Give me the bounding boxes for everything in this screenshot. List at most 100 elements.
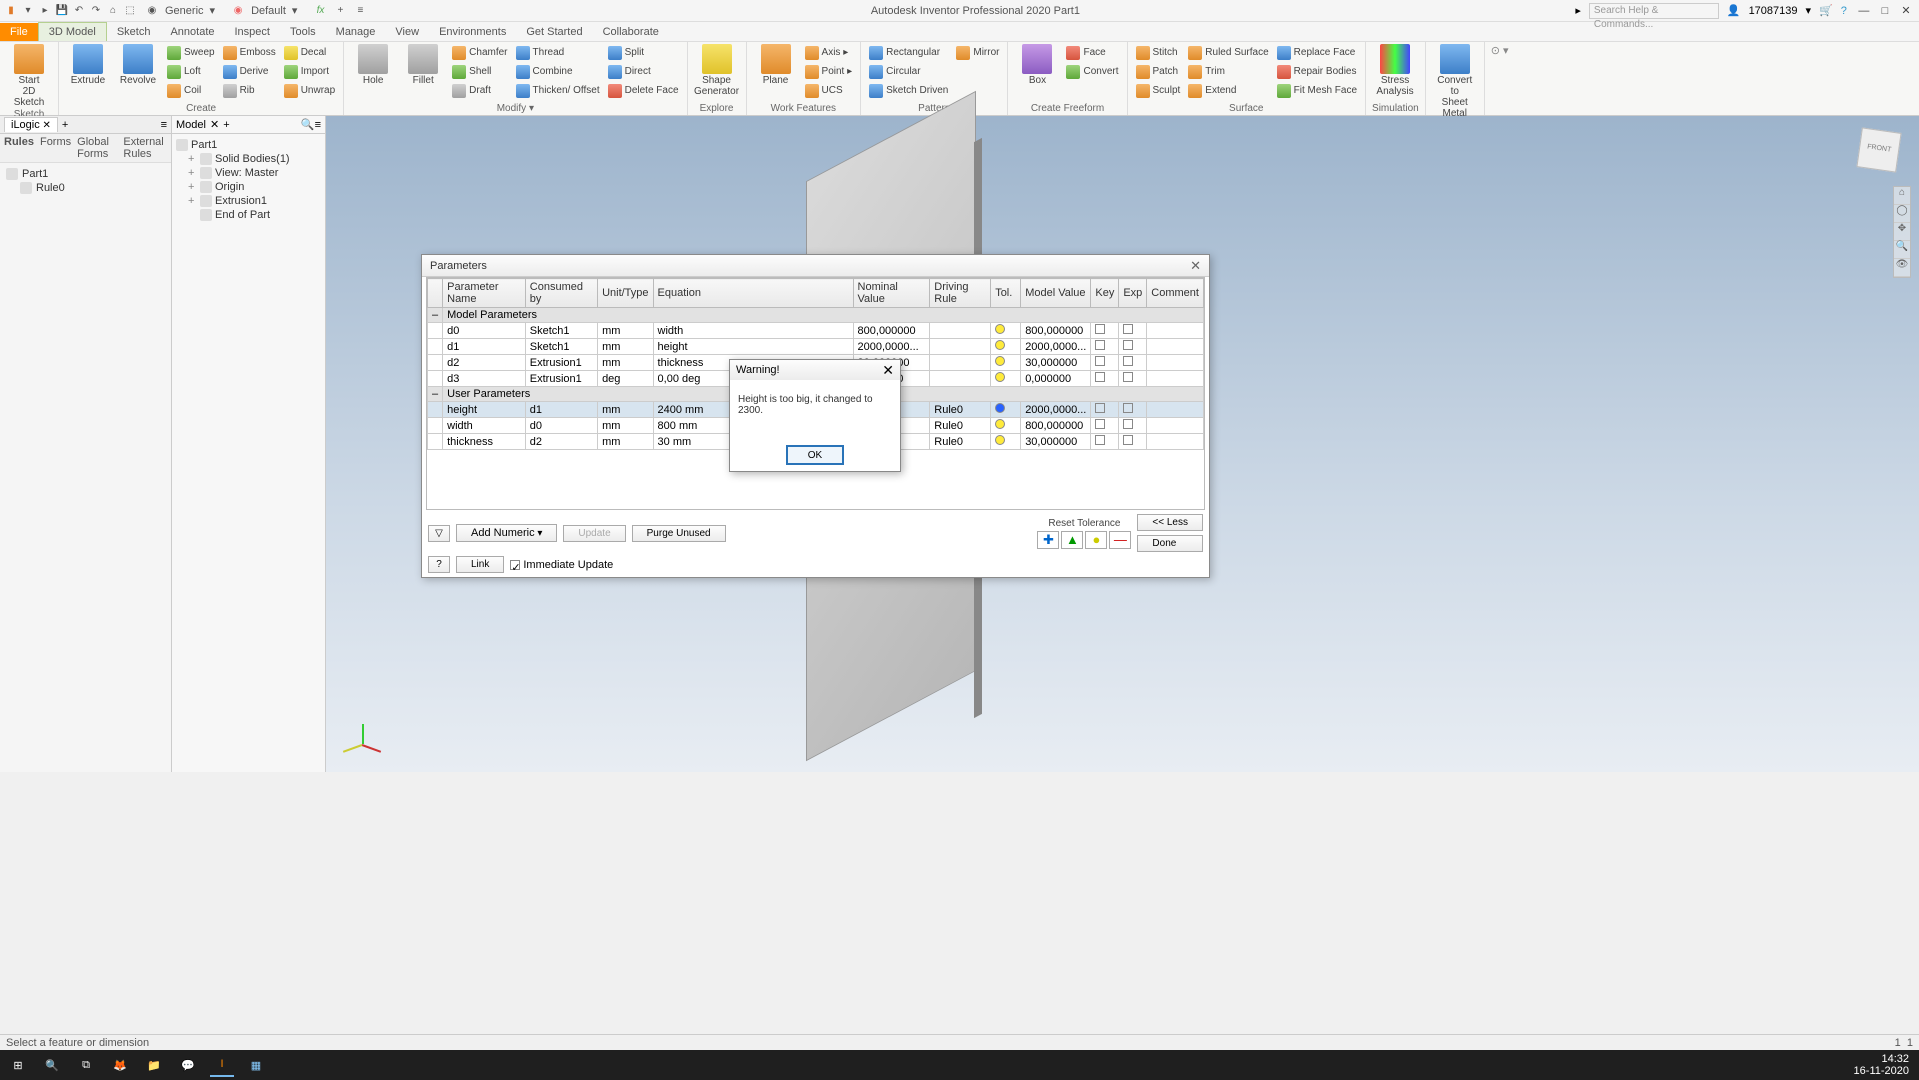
tab-get-started[interactable]: Get Started	[516, 23, 592, 41]
box-button[interactable]: Box	[1014, 44, 1060, 86]
tol-plus-button[interactable]: ✚	[1037, 531, 1059, 549]
user-icon[interactable]: 👤	[1727, 4, 1741, 17]
expand-icon[interactable]: +	[188, 181, 197, 193]
col-exp[interactable]: Exp	[1119, 279, 1147, 308]
immediate-update-check[interactable]: ✓Immediate Update	[510, 559, 613, 571]
coil-button[interactable]: Coil	[165, 82, 217, 99]
patch-button[interactable]: Patch	[1134, 63, 1183, 80]
circular-button[interactable]: Circular	[867, 63, 950, 80]
dialog-close-button[interactable]: ✕	[1190, 258, 1201, 274]
search-button[interactable]: 🔍	[40, 1053, 64, 1077]
param-row[interactable]: d1Sketch1mmheight 2000,0000... 2000,0000…	[428, 339, 1204, 355]
nav-pan-icon[interactable]: ✥	[1894, 223, 1910, 241]
chevron-down-icon[interactable]: ▾	[1806, 4, 1812, 17]
update-button[interactable]: Update	[563, 525, 625, 542]
expand-icon[interactable]: +	[188, 195, 197, 207]
start-sketch-button[interactable]: Start 2D Sketch	[6, 44, 52, 108]
hole-button[interactable]: Hole	[350, 44, 396, 86]
col-name[interactable]: Parameter Name	[443, 279, 526, 308]
plus-icon[interactable]: +	[333, 4, 347, 18]
save-icon[interactable]: 💾	[55, 4, 69, 18]
select-icon[interactable]: ⬚	[123, 4, 137, 18]
convert-button[interactable]: Convert	[1064, 63, 1120, 80]
task-view-button[interactable]: ⧉	[74, 1053, 98, 1077]
expand-icon[interactable]: +	[188, 167, 197, 179]
tab-collaborate[interactable]: Collaborate	[593, 23, 669, 41]
app-icon[interactable]: ▮	[4, 4, 18, 18]
col-mv[interactable]: Model Value	[1021, 279, 1091, 308]
tab-annotate[interactable]: Annotate	[160, 23, 224, 41]
ucs-button[interactable]: UCS	[803, 82, 855, 99]
node-part[interactable]: Part1	[176, 138, 321, 152]
panel-menu-icon[interactable]: ≡	[161, 119, 167, 131]
clock[interactable]: 14:32 16-11-2020	[1854, 1053, 1913, 1077]
shell-button[interactable]: Shell	[450, 63, 509, 80]
trim-button[interactable]: Trim	[1186, 63, 1270, 80]
col-drv[interactable]: Driving Rule	[930, 279, 991, 308]
appearance-dropdown[interactable]: ◉ Default ▾	[223, 4, 305, 18]
warning-titlebar[interactable]: Warning! ✕	[730, 360, 900, 380]
help-button[interactable]: ?	[428, 556, 450, 573]
nav-orbit-icon[interactable]: ◯	[1894, 205, 1910, 223]
face-button[interactable]: Face	[1064, 44, 1120, 61]
rib-button[interactable]: Rib	[221, 82, 278, 99]
dialog-title-bar[interactable]: Parameters ✕	[422, 255, 1209, 277]
close-tab-icon[interactable]: ✕	[210, 118, 219, 131]
col-comment[interactable]: Comment	[1147, 279, 1204, 308]
stress-button[interactable]: StressAnalysis	[1372, 44, 1418, 97]
shape-gen-button[interactable]: ShapeGenerator	[694, 44, 740, 97]
restore-button[interactable]: □	[1876, 5, 1894, 17]
draft-button[interactable]: Draft	[450, 82, 509, 99]
tab-inspect[interactable]: Inspect	[225, 23, 280, 41]
tab-manage[interactable]: Manage	[326, 23, 386, 41]
tab-file[interactable]: File	[0, 23, 38, 41]
sculpt-button[interactable]: Sculpt	[1134, 82, 1183, 99]
node-extrusion[interactable]: +Extrusion1	[188, 194, 321, 208]
col-tol[interactable]: Tol.	[991, 279, 1021, 308]
arrow-icon[interactable]: ▸	[1575, 4, 1581, 17]
new-icon[interactable]: ▾	[21, 4, 35, 18]
import-button[interactable]: Import	[282, 63, 337, 80]
search-icon[interactable]: 🔍	[301, 118, 315, 131]
col-by[interactable]: Consumed by	[525, 279, 597, 308]
tab-tools[interactable]: Tools	[280, 23, 326, 41]
start-button[interactable]: ⊞	[6, 1053, 30, 1077]
model-tab[interactable]: Model	[176, 119, 206, 131]
less-button[interactable]: << Less	[1137, 514, 1203, 531]
thread-button[interactable]: Thread	[514, 44, 602, 61]
open-icon[interactable]: ▸	[38, 4, 52, 18]
delete-face-button[interactable]: Delete Face	[606, 82, 681, 99]
redo-icon[interactable]: ↷	[89, 4, 103, 18]
tol-up-button[interactable]: ▲	[1061, 531, 1083, 549]
node-end-of-part[interactable]: End of Part	[188, 208, 321, 222]
nav-look-icon[interactable]: 👁	[1894, 259, 1910, 277]
decal-button[interactable]: Decal	[282, 44, 337, 61]
sweep-button[interactable]: Sweep	[165, 44, 217, 61]
inventor-icon[interactable]: I	[210, 1053, 234, 1077]
tab-3d-model[interactable]: 3D Model	[38, 22, 107, 41]
unwrap-button[interactable]: Unwrap	[282, 82, 337, 99]
extrude-button[interactable]: Extrude	[65, 44, 111, 86]
warning-ok-button[interactable]: OK	[786, 445, 844, 465]
firefox-icon[interactable]: 🦊	[108, 1053, 132, 1077]
add-tab-icon[interactable]: +	[223, 119, 229, 131]
axis-button[interactable]: Axis ▸	[803, 44, 855, 61]
tree-part[interactable]: Part1	[6, 167, 165, 181]
replace-face-button[interactable]: Replace Face	[1275, 44, 1359, 61]
expand-icon[interactable]: +	[188, 153, 197, 165]
col-nom[interactable]: Nominal Value	[853, 279, 930, 308]
panel-menu-icon[interactable]: ≡	[315, 119, 321, 131]
convert-to-button[interactable]: Convert toSheet Metal	[1432, 44, 1478, 119]
node-origin[interactable]: +Origin	[188, 180, 321, 194]
nav-zoom-icon[interactable]: 🔍	[1894, 241, 1910, 259]
overflow-icon[interactable]: ⊙ ▾	[1491, 44, 1509, 57]
add-numeric-button[interactable]: Add Numeric ▾	[456, 524, 557, 542]
sketch-driven-button[interactable]: Sketch Driven	[867, 82, 950, 99]
app-icon[interactable]: ▦	[244, 1053, 268, 1077]
param-row[interactable]: d0Sketch1mmwidth 800,000000 800,000000	[428, 323, 1204, 339]
extend-button[interactable]: Extend	[1186, 82, 1270, 99]
thicken-button[interactable]: Thicken/ Offset	[514, 82, 602, 99]
loft-button[interactable]: Loft	[165, 63, 217, 80]
subtab-global[interactable]: Global Forms	[77, 136, 117, 160]
mirror-button[interactable]: Mirror	[954, 44, 1001, 61]
